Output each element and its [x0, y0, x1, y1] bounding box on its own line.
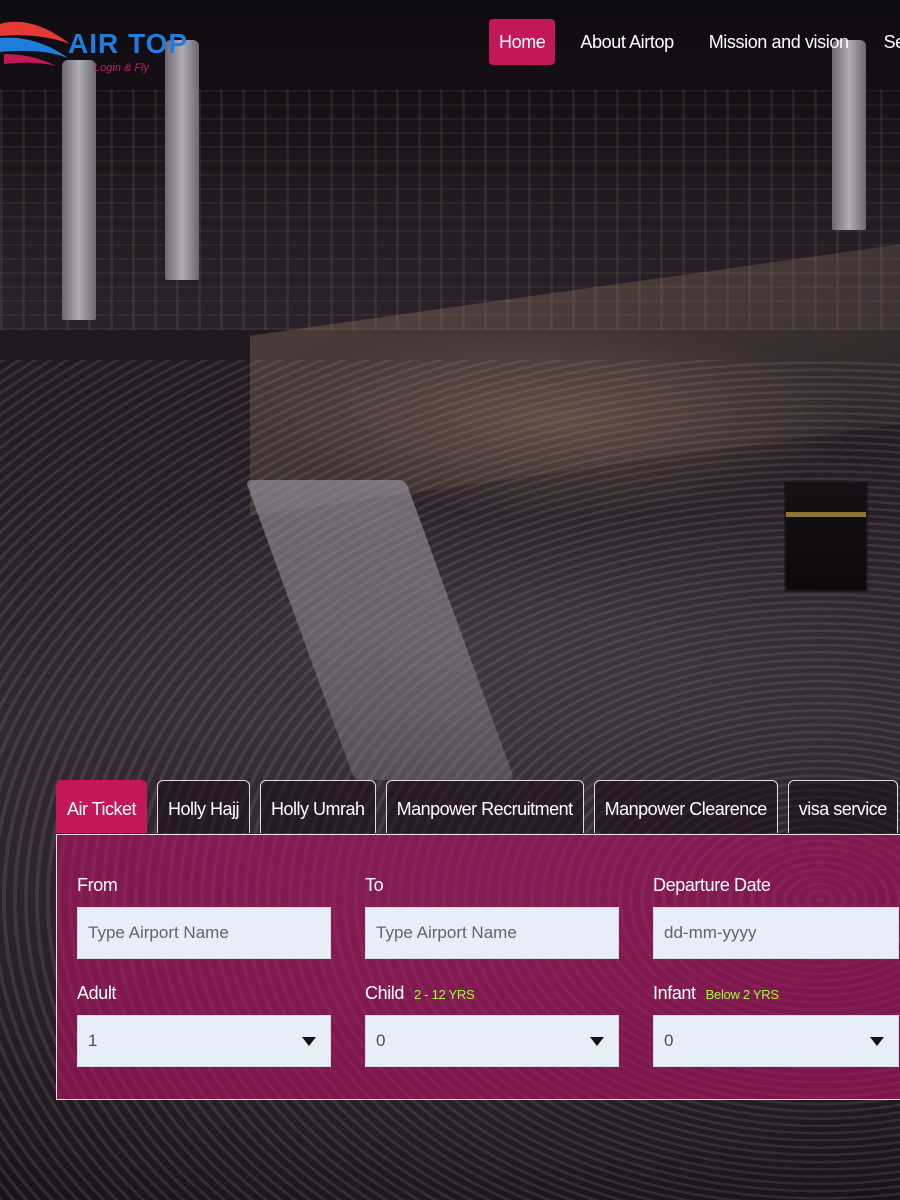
main-navigation: Home About Airtop Mission and vision Ser… [489, 19, 900, 65]
air-ticket-form: From To Departure Date Adult 1 Child 2 - … [56, 834, 900, 1100]
from-label: From [77, 875, 118, 896]
infant-select[interactable]: 0 [653, 1015, 899, 1067]
nav-mission-and-vision[interactable]: Mission and vision [699, 19, 859, 65]
nav-about-airtop[interactable]: About Airtop [570, 19, 683, 65]
tab-manpower-recruitment[interactable]: Manpower Recruitment [385, 780, 584, 833]
tab-air-ticket[interactable]: Air Ticket [56, 780, 148, 833]
departure-date-input[interactable] [653, 907, 899, 959]
caret-down-icon [590, 1037, 604, 1046]
booking-tabs: Air Ticket Holly Hajj Holly Umrah Manpow… [56, 780, 900, 833]
plane-wing-icon [0, 21, 70, 66]
site-logo[interactable]: AIR TOP Login & Fly [0, 14, 190, 74]
infant-label-text: Infant [653, 983, 696, 1003]
tab-visa-service[interactable]: visa service [787, 780, 898, 833]
child-age-note: 2 - 12 YRS [414, 987, 475, 1002]
departure-date-label-text: Departure Date [653, 875, 771, 895]
child-select-value: 0 [376, 1031, 386, 1050]
child-label: Child 2 - 12 YRS [365, 983, 475, 1004]
tab-holly-umrah[interactable]: Holly Umrah [260, 780, 376, 833]
infant-label: Infant Below 2 YRS [653, 983, 779, 1004]
adult-select[interactable]: 1 [77, 1015, 331, 1067]
to-label-text: To [365, 875, 384, 895]
nav-home[interactable]: Home [489, 19, 556, 65]
child-select[interactable]: 0 [365, 1015, 619, 1067]
nav-services[interactable]: Servi [874, 19, 900, 65]
child-label-text: Child [365, 983, 405, 1003]
tab-manpower-clearence[interactable]: Manpower Clearence [593, 780, 778, 833]
infant-select-value: 0 [664, 1031, 674, 1050]
logo-tagline: Login & Fly [94, 62, 150, 74]
to-airport-input[interactable] [365, 907, 619, 959]
infant-age-note: Below 2 YRS [705, 987, 779, 1002]
to-label: To [365, 875, 384, 896]
from-label-text: From [77, 875, 118, 895]
caret-down-icon [302, 1037, 316, 1046]
departure-date-label: Departure Date [653, 875, 771, 896]
tab-holly-hajj[interactable]: Holly Hajj [157, 780, 251, 833]
adult-label: Adult [77, 983, 116, 1004]
adult-label-text: Adult [77, 983, 117, 1003]
adult-select-value: 1 [88, 1031, 98, 1050]
caret-down-icon [870, 1037, 884, 1046]
logo-title: AIR TOP [68, 28, 189, 59]
from-airport-input[interactable] [77, 907, 331, 959]
